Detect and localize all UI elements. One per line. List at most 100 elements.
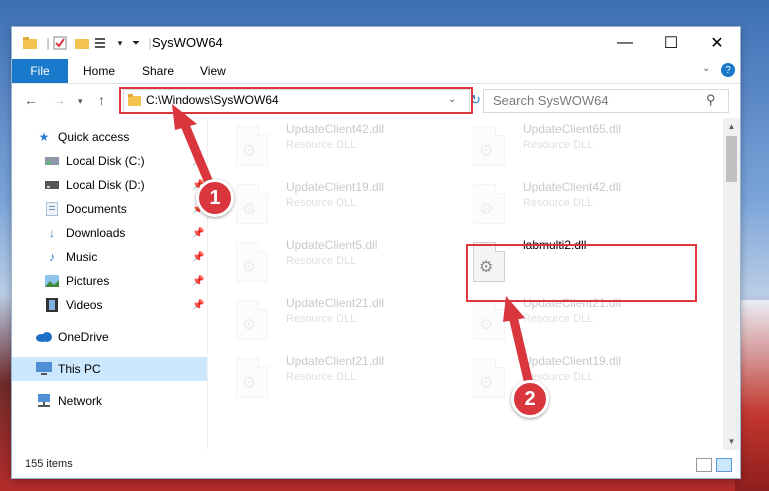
dll-file-icon: ⚙ <box>236 358 268 398</box>
maximize-button[interactable]: ☐ <box>648 27 694 59</box>
pictures-icon <box>44 273 60 289</box>
dll-file-icon: ⚙ <box>236 242 268 282</box>
search-placeholder: Search SysWOW64 <box>493 93 609 108</box>
address-highlight-box <box>119 87 473 114</box>
pin-icon: 📌 <box>192 299 205 311</box>
file-name: UpdateClient65.dll <box>523 122 622 136</box>
tab-view[interactable]: View <box>200 64 226 78</box>
sidebar-item-local-disk-c[interactable]: Local Disk (C:) 📌 <box>12 149 207 173</box>
drive-icon <box>44 177 60 193</box>
properties-icon[interactable] <box>52 35 68 51</box>
expand-ribbon-icon[interactable]: ⌄ <box>702 63 710 74</box>
file-type: Resource DLL <box>286 313 357 325</box>
back-arrow-icon[interactable]: ← <box>24 92 38 108</box>
window-title: SysWOW64 <box>152 35 223 50</box>
recent-locations-icon[interactable]: ▾ <box>78 96 83 107</box>
file-type: Resource DLL <box>523 139 594 151</box>
sidebar-item-downloads[interactable]: ↓ Downloads 📌 <box>12 221 207 245</box>
large-icons-view-icon[interactable] <box>716 458 732 472</box>
film-strip-icon <box>44 297 60 313</box>
tab-home[interactable]: Home <box>83 64 115 78</box>
tab-share[interactable]: Share <box>142 64 174 78</box>
pin-icon: 📌 <box>192 227 205 239</box>
computer-icon <box>36 361 52 377</box>
details-view-icon[interactable] <box>696 458 712 472</box>
file-type: Resource DLL <box>523 313 594 325</box>
file-type: Resource DLL <box>523 197 594 209</box>
sidebar-item-label: Local Disk (C:) <box>66 154 145 168</box>
file-tile[interactable]: ⚙ UpdateClient21.dll Resource DLL <box>226 352 446 410</box>
file-tile[interactable]: ⚙ UpdateClient42.dll Resource DLL <box>226 120 446 178</box>
file-tile[interactable]: ⚙ UpdateClient21.dll Resource DLL <box>226 294 446 352</box>
documents-icon <box>44 201 60 217</box>
new-folder-icon[interactable] <box>74 35 90 51</box>
sidebar-item-label: OneDrive <box>58 330 109 344</box>
file-tile[interactable]: ⚙ UpdateClient5.dll Resource DLL <box>226 236 446 294</box>
help-icon[interactable]: ? <box>721 63 735 77</box>
music-note-icon: ♪ <box>49 250 55 264</box>
sidebar-item-documents[interactable]: Documents 📌 <box>12 197 207 221</box>
item-count: 155 items <box>25 458 73 470</box>
sidebar-item-onedrive[interactable]: OneDrive <box>12 325 207 349</box>
sidebar-item-label: Quick access <box>58 130 130 144</box>
file-highlight-box <box>466 244 697 302</box>
file-tile[interactable]: ⚙ UpdateClient19.dll Resource DLL <box>226 178 446 236</box>
file-tile[interactable]: ⚙ UpdateClient19.dll Resource DLL <box>463 352 683 410</box>
file-type: Resource DLL <box>286 255 357 267</box>
folder-icon <box>22 35 38 51</box>
dll-file-icon: ⚙ <box>236 126 268 166</box>
sidebar-item-pictures[interactable]: Pictures 📌 <box>12 269 207 293</box>
forward-arrow-icon[interactable]: → <box>52 92 66 108</box>
pin-icon: 📌 <box>192 251 205 263</box>
pin-icon: 📌 <box>192 155 205 167</box>
sidebar-item-label: Music <box>66 250 98 264</box>
drive-icon <box>44 153 60 169</box>
file-type: Resource DLL <box>286 371 357 383</box>
pin-icon: 📌 <box>192 275 205 287</box>
file-name: UpdateClient19.dll <box>523 354 622 368</box>
scroll-down-icon[interactable]: ▼ <box>723 433 740 450</box>
file-tile[interactable]: ⚙ UpdateClient42.dll Resource DLL <box>463 178 683 236</box>
file-tile[interactable]: ⚙ UpdateClient65.dll Resource DLL <box>463 120 683 178</box>
sidebar-item-label: Downloads <box>66 226 126 240</box>
navigation-pane: ★ Quick access Local Disk (C:) 📌 Local D… <box>12 118 208 450</box>
chevron-down-icon[interactable]: ▾ <box>112 35 128 51</box>
dll-file-icon: ⚙ <box>473 300 505 340</box>
file-tile[interactable]: ⚙ UpdateClient21.dll Resource DLL <box>463 294 683 352</box>
file-name: UpdateClient21.dll <box>286 354 385 368</box>
scroll-up-icon[interactable]: ▲ <box>723 118 740 135</box>
cloud-icon <box>36 329 52 345</box>
up-arrow-icon[interactable]: ↑ <box>98 92 105 108</box>
desktop-wallpaper-detail <box>735 300 769 491</box>
sidebar-item-label: Network <box>58 394 103 408</box>
sidebar-item-label: Pictures <box>66 274 110 288</box>
sidebar-item-label: This PC <box>58 362 101 376</box>
customize-toolbar-icon[interactable] <box>94 35 110 51</box>
sidebar-item-label: Documents <box>66 202 127 216</box>
minimize-button[interactable]: — <box>602 27 648 59</box>
sidebar-item-label: Videos <box>66 298 103 312</box>
tab-file[interactable]: File <box>12 59 68 83</box>
dll-file-icon: ⚙ <box>236 184 268 224</box>
sidebar-item-network[interactable]: Network <box>12 389 207 413</box>
sidebar-item-label: Local Disk (D:) <box>66 178 145 192</box>
sidebar-item-quick-access[interactable]: ★ Quick access <box>12 125 207 149</box>
file-name: UpdateClient42.dll <box>523 180 622 194</box>
dll-file-icon: ⚙ <box>473 126 505 166</box>
search-input[interactable]: Search SysWOW64 ⚲ <box>483 89 729 113</box>
step-1-badge: 1 <box>196 179 234 217</box>
close-button[interactable]: ✕ <box>694 27 740 59</box>
sidebar-item-music[interactable]: ♪ Music 📌 <box>12 245 207 269</box>
sidebar-item-this-pc[interactable]: This PC <box>12 357 207 381</box>
dll-file-icon: ⚙ <box>473 184 505 224</box>
vertical-scrollbar[interactable]: ▲ ▼ <box>723 118 740 450</box>
scrollbar-thumb[interactable] <box>726 136 737 182</box>
file-name: UpdateClient19.dll <box>286 180 385 194</box>
file-name: UpdateClient42.dll <box>286 122 385 136</box>
download-arrow-icon: ↓ <box>49 226 55 240</box>
file-type: Resource DLL <box>286 139 357 151</box>
sidebar-item-local-disk-d[interactable]: Local Disk (D:) 📌 <box>12 173 207 197</box>
sidebar-item-videos[interactable]: Videos 📌 <box>12 293 207 317</box>
file-name: UpdateClient21.dll <box>286 296 385 310</box>
search-icon: ⚲ <box>706 92 716 107</box>
